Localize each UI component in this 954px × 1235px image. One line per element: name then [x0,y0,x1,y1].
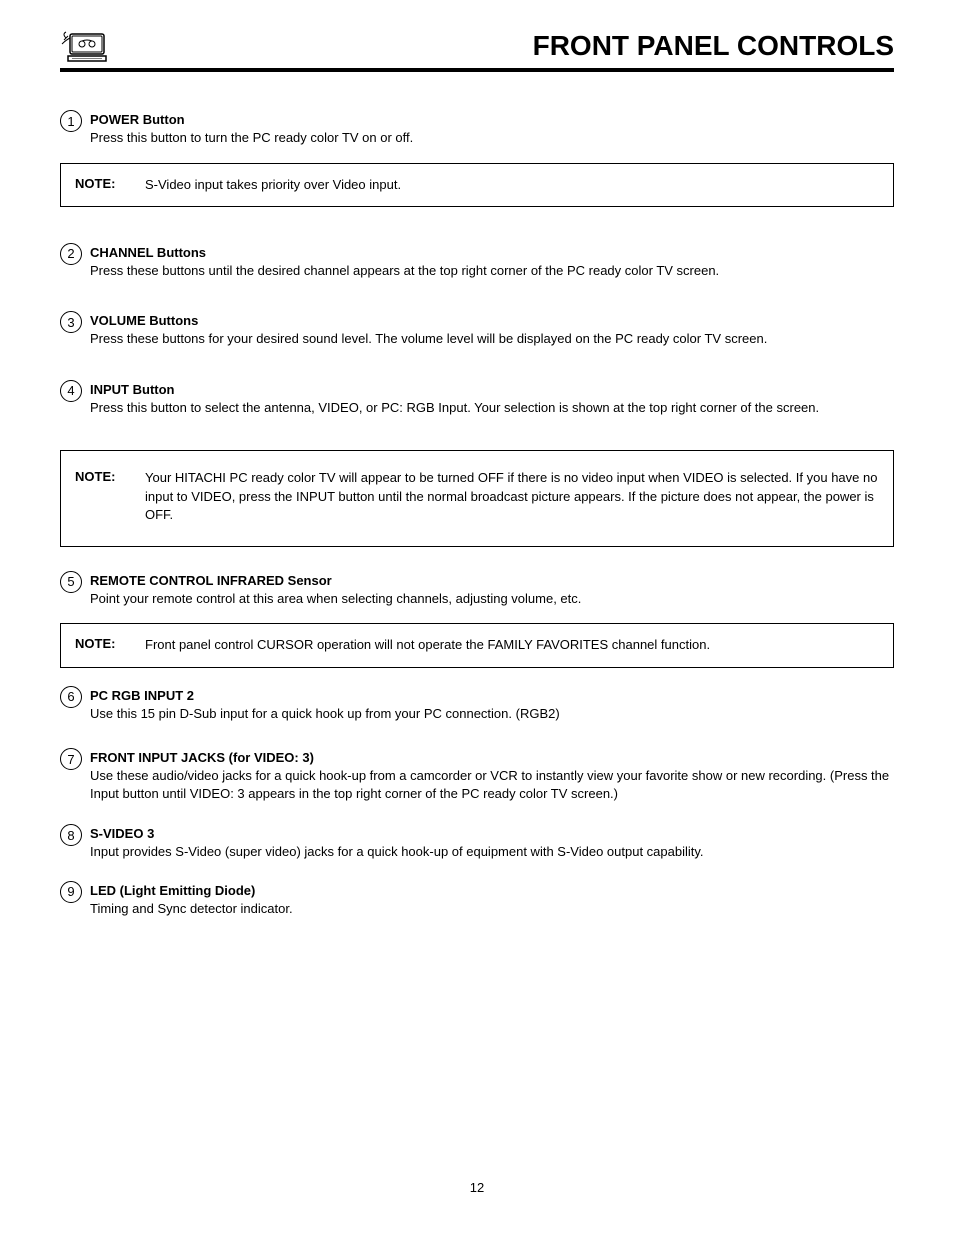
control-item: 1 POWER Button Press this button to turn… [60,112,894,147]
item-title: CHANNEL Buttons [90,245,894,260]
note-label: NOTE: [75,469,145,524]
item-description: Press this button to select the antenna,… [90,399,894,417]
note-label: NOTE: [75,636,145,654]
item-description: Input provides S-Video (super video) jac… [90,843,894,861]
control-item: 5 REMOTE CONTROL INFRARED Sensor Point y… [60,573,894,608]
control-item: 7 FRONT INPUT JACKS (for VIDEO: 3) Use t… [60,750,894,802]
item-description: Timing and Sync detector indicator. [90,900,894,918]
item-description: Point your remote control at this area w… [90,590,894,608]
item-number-circle: 9 [60,881,82,903]
item-description: Press these buttons until the desired ch… [90,262,894,280]
item-title: POWER Button [90,112,894,127]
note-text: S-Video input takes priority over Video … [145,176,879,194]
item-title: LED (Light Emitting Diode) [90,883,894,898]
note-label: NOTE: [75,176,145,194]
item-title: S-VIDEO 3 [90,826,894,841]
item-title: INPUT Button [90,382,894,397]
item-description: Use these audio/video jacks for a quick … [90,767,894,802]
control-item: 3 VOLUME Buttons Press these buttons for… [60,313,894,348]
item-title: FRONT INPUT JACKS (for VIDEO: 3) [90,750,894,765]
item-number-circle: 2 [60,243,82,265]
page-number: 12 [0,1180,954,1195]
item-number-circle: 4 [60,380,82,402]
control-item: 4 INPUT Button Press this button to sele… [60,382,894,417]
page-header: FRONT PANEL CONTROLS [60,30,894,72]
item-number-circle: 8 [60,824,82,846]
item-description: Press these buttons for your desired sou… [90,330,894,348]
item-title: VOLUME Buttons [90,313,894,328]
item-number-circle: 6 [60,686,82,708]
item-number-circle: 3 [60,311,82,333]
note-box: NOTE: S-Video input takes priority over … [60,163,894,207]
control-item: 2 CHANNEL Buttons Press these buttons un… [60,245,894,280]
control-item: 9 LED (Light Emitting Diode) Timing and … [60,883,894,918]
item-number-circle: 7 [60,748,82,770]
item-description: Press this button to turn the PC ready c… [90,129,894,147]
note-text: Your HITACHI PC ready color TV will appe… [145,469,879,524]
note-box: NOTE: Front panel control CURSOR operati… [60,623,894,667]
item-description: Use this 15 pin D-Sub input for a quick … [90,705,894,723]
page-title: FRONT PANEL CONTROLS [533,30,894,62]
control-item: 6 PC RGB INPUT 2 Use this 15 pin D-Sub i… [60,688,894,723]
item-number-circle: 5 [60,571,82,593]
control-item: 8 S-VIDEO 3 Input provides S-Video (supe… [60,826,894,861]
item-title: PC RGB INPUT 2 [90,688,894,703]
item-title: REMOTE CONTROL INFRARED Sensor [90,573,894,588]
tv-icon [60,30,108,62]
note-text: Front panel control CURSOR operation wil… [145,636,879,654]
note-box: NOTE: Your HITACHI PC ready color TV wil… [60,450,894,547]
item-number-circle: 1 [60,110,82,132]
